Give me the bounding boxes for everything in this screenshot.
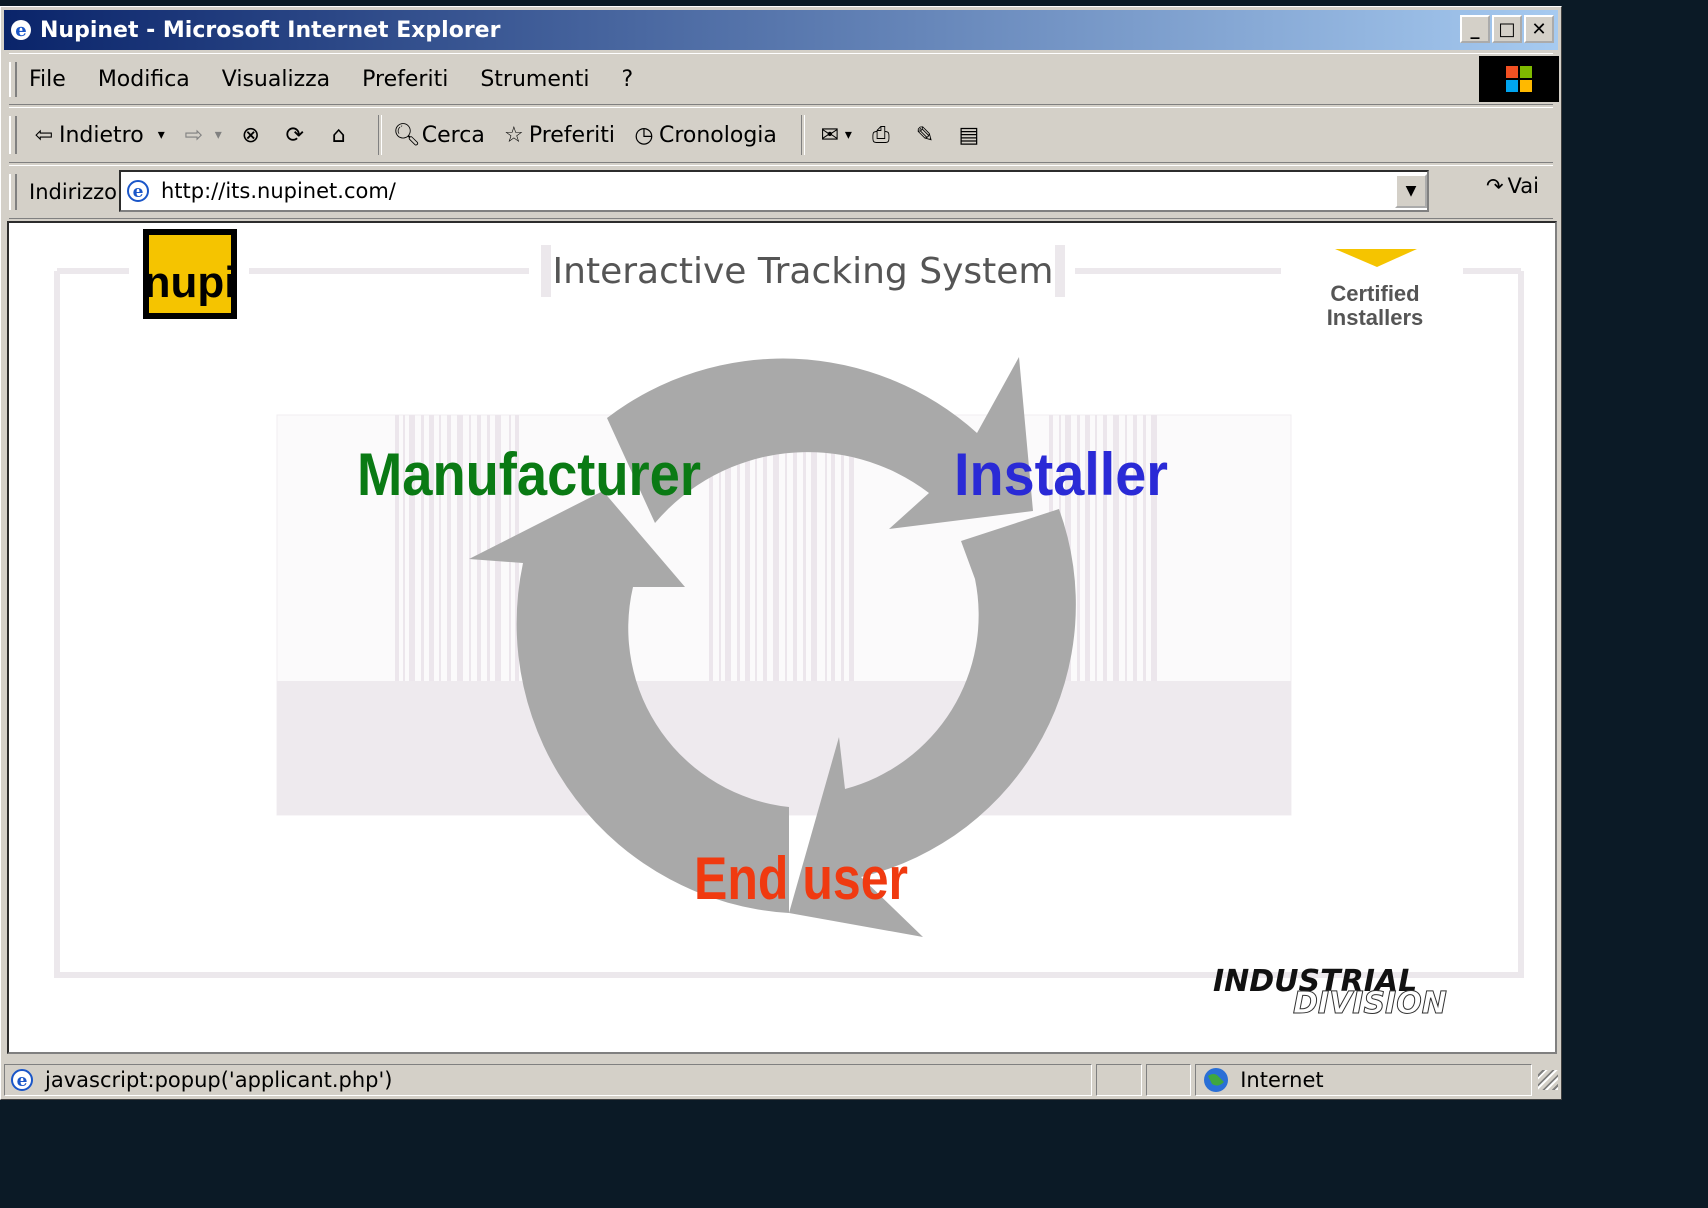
windows-logo-icon [1479,56,1559,102]
home-icon: ⌂ [331,122,346,148]
home-button[interactable]: ⌂ [324,120,354,150]
status-zone: Internet [1240,1068,1324,1092]
menu-bar: File Modifica Visualizza Preferiti Strum… [9,53,1559,105]
stop-button[interactable]: ⊗ [236,120,266,150]
mail-icon: ✉ [820,122,840,148]
refresh-button[interactable]: ⟳ [280,120,310,150]
page-icon: e [127,180,149,202]
mail-button[interactable]: ✉ ▾ [815,120,852,150]
search-icon: 🔍︎ [392,122,421,148]
globe-icon [1204,1068,1229,1092]
address-dropdown-button[interactable]: ▼ [1395,174,1427,208]
address-input[interactable]: e http://its.nupinet.com/ ▼ [119,170,1429,212]
menu-modifica[interactable]: Modifica [98,67,190,92]
industrial-division-logo: INDUSTRIAL DIVISION [1213,964,1447,1022]
menu-file[interactable]: File [29,67,66,92]
refresh-icon: ⟳ [285,122,304,148]
minimize-button[interactable]: _ [1460,15,1490,43]
page-canvas: nupi Interactive Tracking System Certifi… [54,229,1524,1022]
stop-icon: ⊗ [241,122,260,148]
mail-dropdown-icon: ▾ [844,127,852,143]
status-text: javascript:popup('applicant.php') [45,1068,393,1092]
back-button[interactable]: ⇦ Indietro ▾ [29,120,165,150]
title-bar: e Nupinet - Microsoft Internet Explorer … [4,10,1558,50]
history-button[interactable]: ◷ Cronologia [629,120,777,150]
standard-toolbar: ⇦ Indietro ▾ ⇨ ▾ ⊗ ⟳ ⌂ 🔍︎ Cerca ☆ Prefer… [9,107,1553,163]
close-button[interactable]: ✕ [1524,15,1554,43]
manufacturer-link[interactable]: Manufacturer [357,441,701,508]
window-title: Nupinet - Microsoft Internet Explorer [40,17,501,43]
favorites-icon: ☆ [503,122,524,148]
status-text-cell: e javascript:popup('applicant.php') [4,1064,1093,1096]
history-icon: ◷ [634,122,654,148]
status-cell-empty-1 [1096,1064,1142,1096]
edit-button[interactable]: ✎ [910,120,940,150]
menu-help[interactable]: ? [622,67,634,92]
svg-text:e: e [133,182,144,202]
go-button[interactable]: ↷ Vai [1486,174,1539,198]
page-content: nupi Interactive Tracking System Certifi… [7,221,1557,1054]
history-label: Cronologia [658,122,777,148]
go-label: Vai [1507,174,1539,198]
forward-dropdown-icon[interactable]: ▾ [215,127,222,143]
document-icon: ▤ [958,122,980,148]
back-dropdown-icon[interactable]: ▾ [158,127,165,143]
maximize-button[interactable]: □ [1492,15,1522,43]
search-label: Cerca [421,122,485,148]
address-label: Indirizzo [29,180,118,204]
print-icon: ⎙ [872,122,890,148]
forward-arrow-icon: ⇨ [184,122,203,148]
favorites-label: Preferiti [528,122,615,148]
status-cell-empty-2 [1145,1064,1192,1096]
back-arrow-icon: ⇦ [34,122,54,148]
browser-window: e Nupinet - Microsoft Internet Explorer … [0,6,1562,1100]
ie-icon: e [11,20,31,41]
search-button[interactable]: 🔍︎ Cerca [392,120,485,150]
logo-text: nupi [144,258,237,307]
certified-line2: Installers [1327,305,1424,330]
menu-preferiti[interactable]: Preferiti [362,67,448,92]
division-line2: DIVISION [1293,986,1447,1021]
go-arrow-icon: ↷ [1485,174,1504,198]
status-bar: e javascript:popup('applicant.php') Inte… [4,1061,1558,1099]
print-button[interactable]: ⎙ [866,120,896,150]
favorites-button[interactable]: ☆ Preferiti [499,120,615,150]
certified-line1: Certified [1330,281,1419,306]
back-label: Indietro [59,122,144,148]
status-zone-cell: Internet [1195,1064,1533,1096]
end-user-link[interactable]: End user [694,845,908,912]
svg-text:e: e [17,1071,28,1091]
menu-visualizza[interactable]: Visualizza [222,67,330,92]
nupi-logo: nupi [143,229,237,319]
page-heading: Interactive Tracking System [553,251,1054,292]
page-status-icon: e [11,1069,33,1091]
address-bar: Indirizzo e http://its.nupinet.com/ ▼ ↷ … [9,165,1553,219]
address-url: http://its.nupinet.com/ [161,179,396,203]
menu-strumenti[interactable]: Strumenti [480,67,589,92]
resize-grip-icon[interactable] [1538,1070,1558,1090]
installer-link[interactable]: Installer [954,441,1168,508]
discuss-button[interactable]: ▤ [954,120,984,150]
forward-button[interactable]: ⇨ ▾ [179,120,222,150]
certified-installers-badge: Certified Installers [1327,249,1424,330]
svg-text:e: e [15,20,26,41]
edit-icon: ✎ [915,122,935,148]
